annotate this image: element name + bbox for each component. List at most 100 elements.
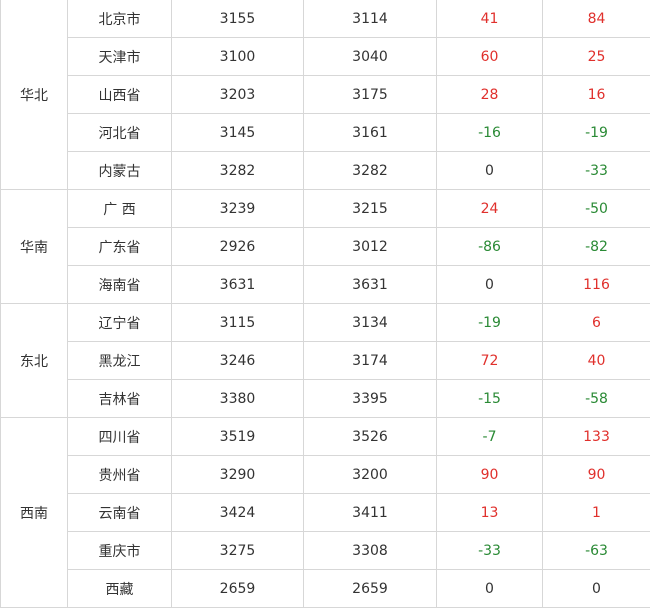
change-1-cell: -19 — [436, 303, 543, 342]
province-cell: 山西省 — [67, 75, 172, 114]
value-1-cell: 3380 — [171, 379, 304, 418]
change-2-cell: -82 — [542, 227, 650, 266]
change-2-cell: 40 — [542, 341, 650, 380]
value-2-cell: 3012 — [303, 227, 437, 266]
table-row: 吉林省 3380 3395 -15 -58 — [1, 379, 650, 418]
table-row: 华北 北京市 3155 3114 41 84 — [0, 0, 650, 190]
change-1-cell: 0 — [436, 265, 543, 304]
value-1-cell: 3155 — [171, 0, 304, 38]
table-row: 西藏 2659 2659 0 0 — [1, 569, 650, 608]
table-row: 云南省 3424 3411 13 1 — [1, 493, 650, 532]
value-2-cell: 2659 — [303, 569, 437, 608]
value-1-cell: 3424 — [171, 493, 304, 532]
table-row: 贵州省 3290 3200 90 90 — [1, 455, 650, 494]
change-2-cell: 6 — [542, 303, 650, 342]
value-1-cell: 3115 — [171, 303, 304, 342]
change-1-cell: -7 — [436, 417, 543, 456]
value-2-cell: 3040 — [303, 37, 437, 76]
table-row: 东北 辽宁省 3115 3134 -19 6 — [0, 303, 650, 418]
table-body: 华北 北京市 3155 3114 41 84 天津市 3100 3040 60 25 山西省 3203 3… — [0, 0, 650, 608]
region-cell: 西南 — [0, 417, 68, 608]
value-1-cell: 3100 — [171, 37, 304, 76]
value-1-cell: 3203 — [171, 75, 304, 114]
change-2-cell: 90 — [542, 455, 650, 494]
value-1-cell: 3631 — [171, 265, 304, 304]
value-2-cell: 3175 — [303, 75, 437, 114]
value-1-cell: 2659 — [171, 569, 304, 608]
change-1-cell: 13 — [436, 493, 543, 532]
change-1-cell: 90 — [436, 455, 543, 494]
price-table: 华北 北京市 3155 3114 41 84 天津市 3100 3040 60 25 山西省 3203 3… — [0, 0, 650, 608]
value-2-cell: 3631 — [303, 265, 437, 304]
province-cell: 黑龙江 — [67, 341, 172, 380]
change-2-cell: 16 — [542, 75, 650, 114]
value-1-cell: 3246 — [171, 341, 304, 380]
region-cell: 华南 — [0, 189, 68, 304]
change-2-cell: 25 — [542, 37, 650, 76]
province-cell: 内蒙古 — [67, 151, 172, 190]
table-row: 西南 四川省 3519 3526 -7 133 — [0, 417, 650, 608]
value-1-cell: 3275 — [171, 531, 304, 570]
region-cell: 东北 — [0, 303, 68, 418]
change-1-cell: -86 — [436, 227, 543, 266]
value-2-cell: 3308 — [303, 531, 437, 570]
value-2-cell: 3134 — [303, 303, 437, 342]
value-2-cell: 3526 — [303, 417, 437, 456]
value-2-cell: 3174 — [303, 341, 437, 380]
value-2-cell: 3161 — [303, 113, 437, 152]
change-2-cell: -58 — [542, 379, 650, 418]
value-2-cell: 3411 — [303, 493, 437, 532]
change-1-cell: -16 — [436, 113, 543, 152]
table-row: 黑龙江 3246 3174 72 40 — [1, 341, 650, 380]
change-2-cell: -63 — [542, 531, 650, 570]
change-1-cell: 24 — [436, 189, 543, 228]
change-2-cell: 116 — [542, 265, 650, 304]
region-cell: 华北 — [0, 0, 68, 190]
value-2-cell: 3200 — [303, 455, 437, 494]
change-1-cell: 28 — [436, 75, 543, 114]
change-2-cell: -50 — [542, 189, 650, 228]
table-row: 重庆市 3275 3308 -33 -63 — [1, 531, 650, 570]
value-1-cell: 3145 — [171, 113, 304, 152]
change-2-cell: 84 — [542, 0, 650, 38]
value-2-cell: 3114 — [303, 0, 437, 38]
change-1-cell: -15 — [436, 379, 543, 418]
change-1-cell: 0 — [436, 569, 543, 608]
change-2-cell: 133 — [542, 417, 650, 456]
change-2-cell: -19 — [542, 113, 650, 152]
table-row: 广东省 2926 3012 -86 -82 — [1, 227, 650, 266]
province-cell: 重庆市 — [67, 531, 172, 570]
value-1-cell: 3282 — [171, 151, 304, 190]
change-1-cell: -33 — [436, 531, 543, 570]
table-row: 海南省 3631 3631 0 116 — [1, 265, 650, 304]
value-1-cell: 3239 — [171, 189, 304, 228]
province-cell: 吉林省 — [67, 379, 172, 418]
change-2-cell: -33 — [542, 151, 650, 190]
province-cell: 北京市 — [67, 0, 172, 38]
province-cell: 河北省 — [67, 113, 172, 152]
table-row: 华南广 西 3239 3215 24 -50 — [0, 189, 650, 304]
table-row: 河北省 3145 3161 -16 -19 — [1, 113, 650, 152]
province-cell: 辽宁省 — [67, 303, 172, 342]
table-row: 内蒙古 3282 3282 0 -33 — [1, 151, 650, 190]
change-1-cell: 60 — [436, 37, 543, 76]
change-1-cell: 41 — [436, 0, 543, 38]
value-1-cell: 3519 — [171, 417, 304, 456]
value-2-cell: 3395 — [303, 379, 437, 418]
value-2-cell: 3282 — [303, 151, 437, 190]
change-1-cell: 0 — [436, 151, 543, 190]
value-2-cell: 3215 — [303, 189, 437, 228]
province-cell: 海南省 — [67, 265, 172, 304]
province-cell: 天津市 — [67, 37, 172, 76]
change-2-cell: 0 — [542, 569, 650, 608]
value-1-cell: 2926 — [171, 227, 304, 266]
change-1-cell: 72 — [436, 341, 543, 380]
province-cell: 贵州省 — [67, 455, 172, 494]
province-cell: 广东省 — [67, 227, 172, 266]
table-row: 天津市 3100 3040 60 25 — [1, 37, 650, 76]
value-1-cell: 3290 — [171, 455, 304, 494]
province-cell: 广 西 — [67, 189, 172, 228]
province-cell: 四川省 — [67, 417, 172, 456]
change-2-cell: 1 — [542, 493, 650, 532]
province-cell: 西藏 — [67, 569, 172, 608]
